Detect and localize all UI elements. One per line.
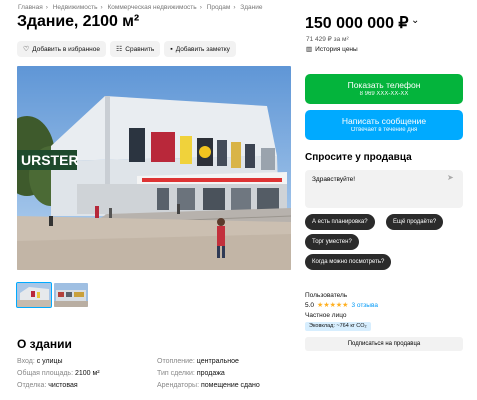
param-value: чистовая: [48, 382, 78, 389]
param-key: Отопление:: [157, 358, 197, 365]
quick-question-chip[interactable]: А есть планировка?: [305, 214, 375, 230]
param-key: Вход:: [17, 358, 37, 365]
breadcrumb-building[interactable]: Здание: [240, 4, 262, 11]
reviews-link[interactable]: 3 отзыва: [351, 302, 378, 309]
star-icon: ★★★★★: [317, 302, 349, 309]
add-favorite-label: Добавить в избранное: [32, 45, 100, 53]
param-key: Общая площадь:: [17, 370, 75, 377]
main-photo[interactable]: URSTER: [17, 66, 291, 270]
param-deal-type: Тип сделки: продажа: [157, 370, 225, 377]
photo-thumbnails: [16, 282, 88, 308]
phone-masked: 8 969 XXX-XX-XX: [359, 91, 409, 97]
page-title: Здание, 2100 м²: [17, 13, 140, 30]
param-key: Тип сделки:: [157, 370, 197, 377]
ask-seller-input[interactable]: Здравствуйте!: [305, 170, 463, 208]
show-phone-label: Показать телефон: [347, 80, 421, 90]
store-sign-text: URSTER: [21, 152, 79, 168]
seller-rating: 5.0 ★★★★★ 3 отзыва: [305, 301, 378, 310]
param-tenants: Арендаторы: помещение сдано: [157, 382, 260, 389]
breadcrumb: Главная › Недвижимость › Коммерческая недв…: [18, 4, 263, 11]
compare-icon: ☷: [115, 45, 123, 53]
quick-question-chip[interactable]: Торг уместен?: [305, 234, 359, 250]
write-message-label: Написать сообщение: [341, 116, 427, 126]
heart-icon: ♡: [23, 45, 30, 53]
param-value: центральное: [196, 358, 239, 365]
breadcrumb-realty[interactable]: Недвижимость: [53, 4, 98, 11]
quick-question-chip[interactable]: Когда можно посмотреть?: [305, 254, 392, 270]
param-area: Общая площадь: 2100 м²: [17, 370, 100, 377]
thumbnail-2-image: [54, 283, 88, 307]
about-title: О здании: [17, 337, 72, 351]
breadcrumb-sell[interactable]: Продам: [207, 4, 231, 11]
note-icon: ▪: [170, 45, 173, 53]
param-entrance: Вход: с улицы: [17, 358, 63, 365]
param-value: помещение сдано: [200, 382, 260, 389]
reply-time: Отвечает в течение дня: [350, 127, 418, 133]
send-icon[interactable]: ➤: [447, 173, 454, 182]
compare-button[interactable]: ☷ Сравнить: [109, 41, 161, 57]
seller-name[interactable]: Пользователь: [305, 292, 347, 299]
thumbnail-1[interactable]: [16, 282, 52, 308]
param-finishing: Отделка: чистовая: [17, 382, 78, 389]
thumbnail-1-image: [17, 283, 51, 307]
rating-value: 5.0: [305, 301, 315, 309]
param-key: Отделка:: [17, 382, 49, 389]
price-per-m2: 71 429 ₽ за м²: [306, 36, 349, 43]
param-value: 2100 м²: [74, 370, 100, 377]
quick-question-chip[interactable]: Ещё продаёте?: [386, 214, 444, 230]
price-history-link[interactable]: ▥ История цены: [306, 45, 358, 54]
breadcrumb-commercial[interactable]: Коммерческая недвижимость: [107, 4, 196, 11]
param-value: с улицы: [36, 358, 63, 365]
price: 150 000 000 ₽: [305, 15, 409, 32]
write-message-button[interactable]: Написать сообщение Отвечает в течение дн…: [305, 110, 463, 140]
subscribe-button[interactable]: Подписаться на продавца: [305, 337, 463, 351]
thumbnail-2[interactable]: [54, 283, 88, 307]
ask-seller-title: Спросите у продавца: [305, 152, 412, 163]
add-note-label: Добавить заметку: [175, 45, 230, 53]
building-photo: URSTER: [17, 66, 291, 270]
seller-type: Частное лицо: [305, 312, 347, 319]
add-note-button[interactable]: ▪ Добавить заметку: [164, 41, 236, 57]
param-key: Арендаторы:: [157, 382, 201, 389]
eco-badge: Эковклад: ~764 кг CO₂: [305, 322, 371, 331]
chevron-down-icon[interactable]: ⌄: [411, 15, 419, 26]
show-phone-button[interactable]: Показать телефон 8 969 XXX-XX-XX: [305, 74, 463, 104]
compare-label: Сравнить: [125, 45, 155, 53]
param-value: продажа: [196, 370, 225, 377]
param-heating: Отопление: центральное: [157, 358, 239, 365]
breadcrumb-home[interactable]: Главная: [18, 4, 43, 11]
chart-icon: ▥: [306, 46, 313, 53]
price-history-label: История цены: [315, 45, 358, 53]
listing-actions: ♡ Добавить в избранное ☷ Сравнить ▪ Доба…: [17, 41, 236, 57]
add-favorite-button[interactable]: ♡ Добавить в избранное: [17, 41, 106, 57]
